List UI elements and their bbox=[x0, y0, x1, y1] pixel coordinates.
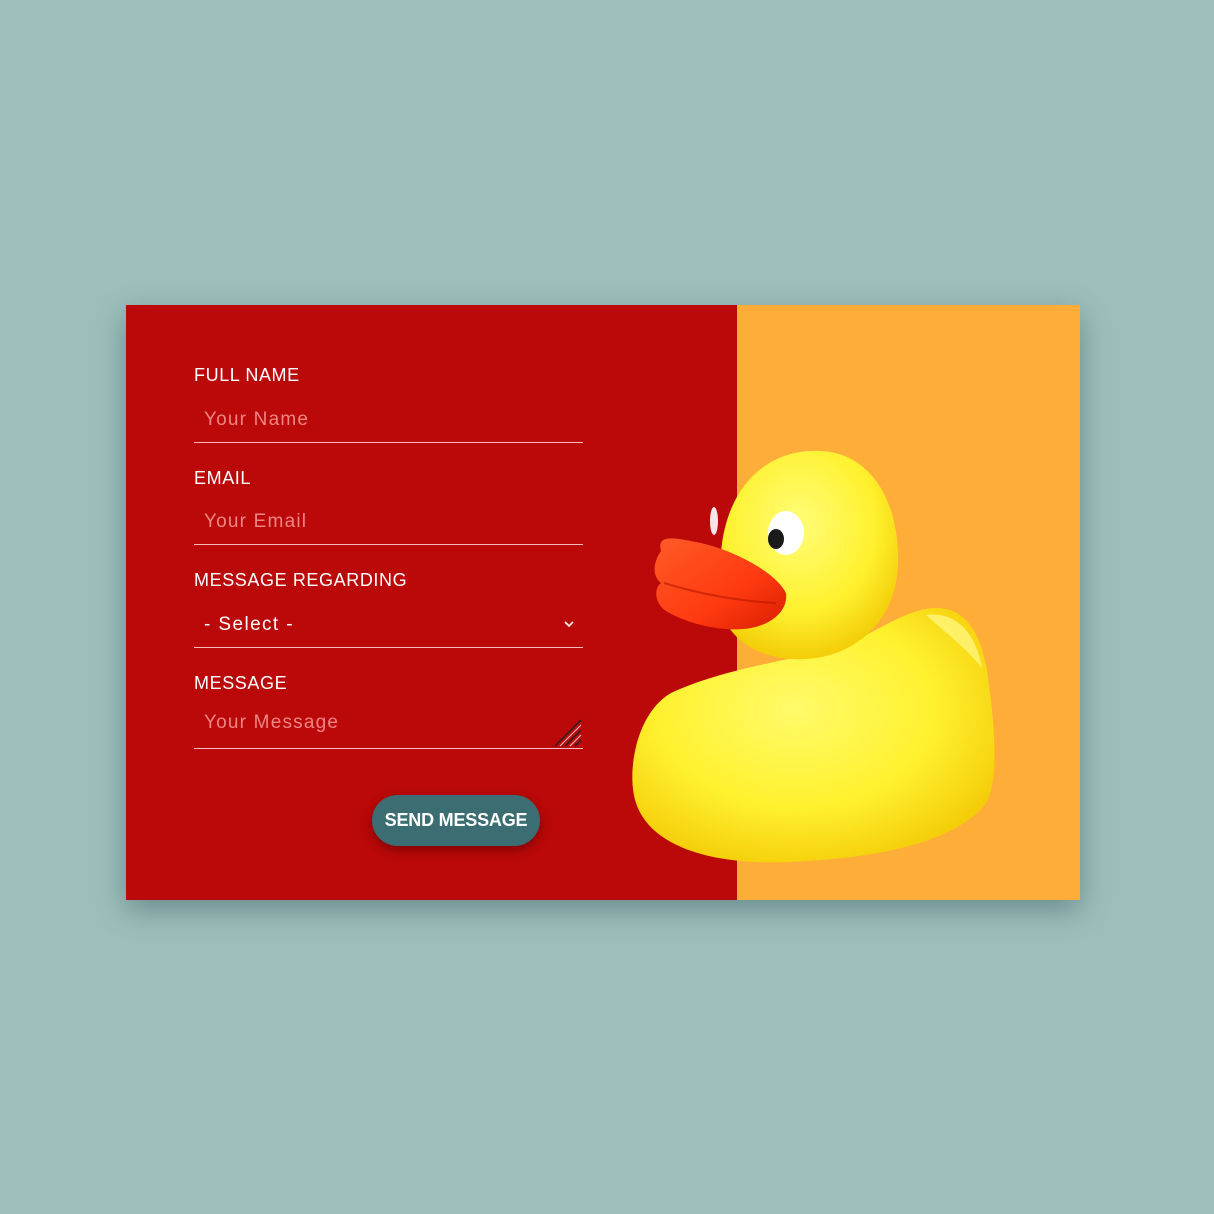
email-field[interactable] bbox=[194, 499, 583, 545]
chevron-down-icon bbox=[564, 621, 574, 628]
message-textarea[interactable] bbox=[194, 703, 583, 748]
full-name-input[interactable] bbox=[194, 397, 583, 442]
send-message-button[interactable]: SEND MESSAGE bbox=[372, 795, 540, 846]
select-value: - Select - bbox=[204, 614, 295, 635]
contact-card: FULL NAME EMAIL MESSAGE REGARDING - Sele… bbox=[126, 305, 1080, 900]
email-label: EMAIL bbox=[194, 468, 252, 488]
message-label: MESSAGE bbox=[194, 673, 288, 693]
resize-grip-icon[interactable] bbox=[552, 717, 582, 747]
full-name-label: FULL NAME bbox=[194, 365, 300, 385]
message-regarding-label: MESSAGE REGARDING bbox=[194, 570, 408, 590]
message-regarding-select[interactable]: - Select - bbox=[194, 602, 583, 648]
rubber-duck-image bbox=[632, 450, 995, 863]
full-name-field[interactable] bbox=[194, 397, 583, 443]
message-field[interactable] bbox=[194, 703, 583, 749]
email-input[interactable] bbox=[194, 499, 583, 544]
